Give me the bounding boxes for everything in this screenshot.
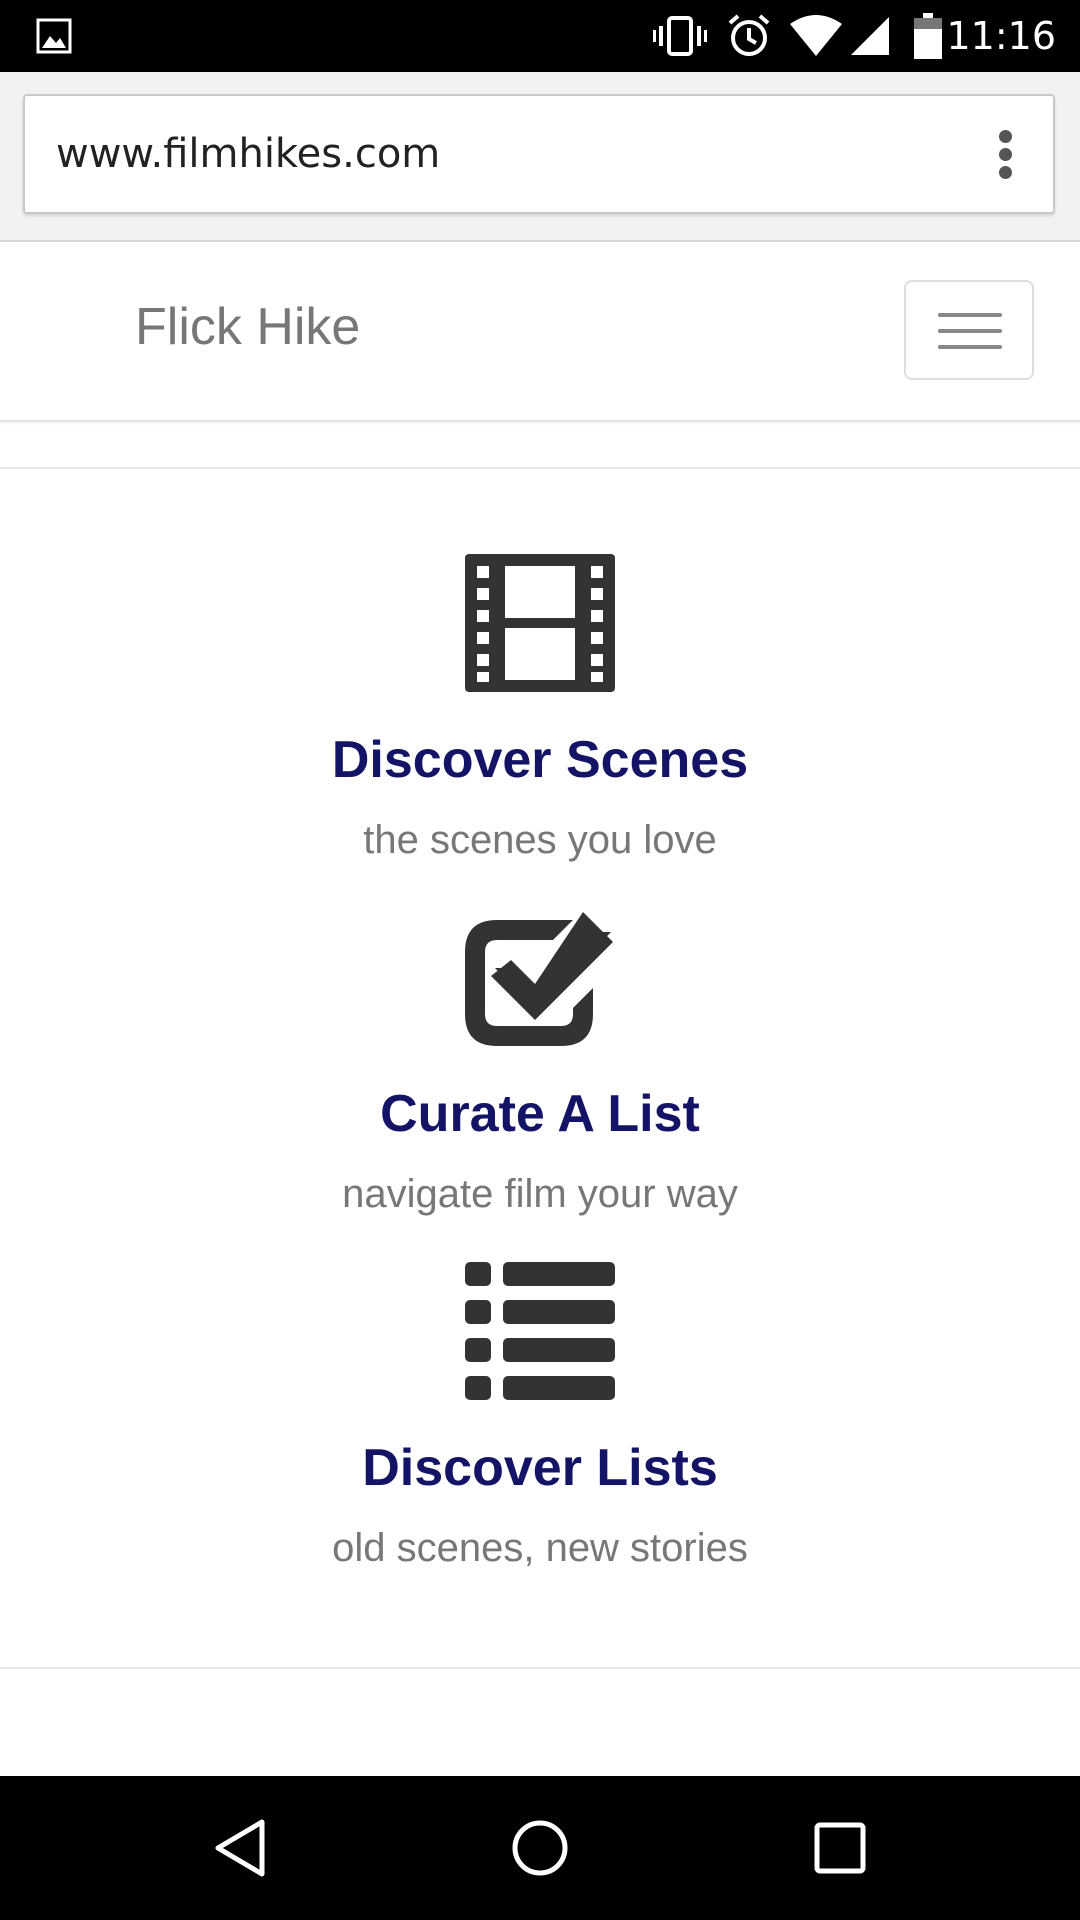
film-icon bbox=[465, 554, 615, 692]
status-time: 11:16 bbox=[946, 14, 1056, 58]
feature-title-discover-lists[interactable]: Discover Lists bbox=[0, 1438, 1080, 1498]
cell-signal-icon bbox=[848, 0, 892, 72]
image-icon bbox=[34, 0, 74, 72]
navbar-toggle-button[interactable] bbox=[904, 280, 1034, 380]
address-bar[interactable]: www.filmhikes.com bbox=[23, 94, 1055, 214]
feature-subtitle-curate-a-list: navigate film your way bbox=[342, 1172, 738, 1216]
feature-title-discover-scenes[interactable]: Discover Scenes bbox=[0, 730, 1080, 790]
browser-toolbar: www.filmhikes.com bbox=[0, 72, 1080, 242]
wifi-icon bbox=[788, 0, 844, 72]
feature-subtitle-discover-lists: old scenes, new stories bbox=[332, 1526, 748, 1570]
screen: 11:16 www.filmhikes.com Flick Hike Disco… bbox=[0, 0, 1080, 1920]
url-text[interactable]: www.filmhikes.com bbox=[56, 96, 440, 212]
status-bar: 11:16 bbox=[0, 0, 1080, 72]
section-divider bbox=[0, 1667, 1080, 1669]
brand-link[interactable]: Flick Hike bbox=[135, 242, 360, 412]
site-navbar: Flick Hike bbox=[0, 242, 1080, 422]
check-square-icon bbox=[465, 908, 615, 1046]
battery-icon bbox=[912, 0, 944, 72]
more-vert-icon[interactable] bbox=[999, 130, 1013, 179]
feature-subtitle-discover-scenes: the scenes you love bbox=[363, 818, 717, 862]
back-icon[interactable] bbox=[170, 1776, 310, 1920]
section-divider bbox=[0, 467, 1080, 469]
home-icon[interactable] bbox=[470, 1776, 610, 1920]
list-icon bbox=[465, 1262, 615, 1400]
vibrate-icon bbox=[652, 0, 708, 72]
feature-title-curate-a-list[interactable]: Curate A List bbox=[0, 1084, 1080, 1144]
system-nav-bar bbox=[0, 1776, 1080, 1920]
alarm-icon bbox=[724, 0, 774, 72]
recents-icon[interactable] bbox=[770, 1776, 910, 1920]
